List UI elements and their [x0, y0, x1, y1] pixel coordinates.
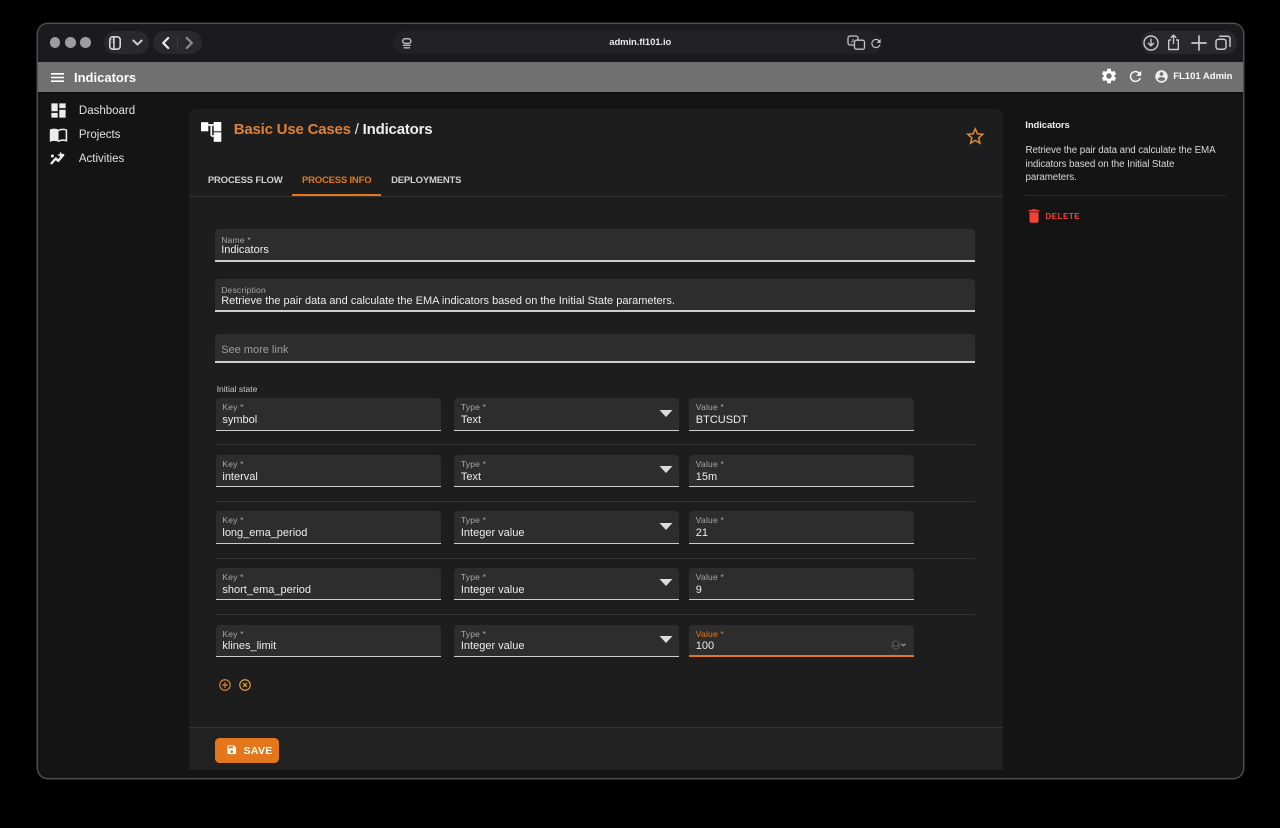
svg-text:A: A: [850, 39, 855, 46]
